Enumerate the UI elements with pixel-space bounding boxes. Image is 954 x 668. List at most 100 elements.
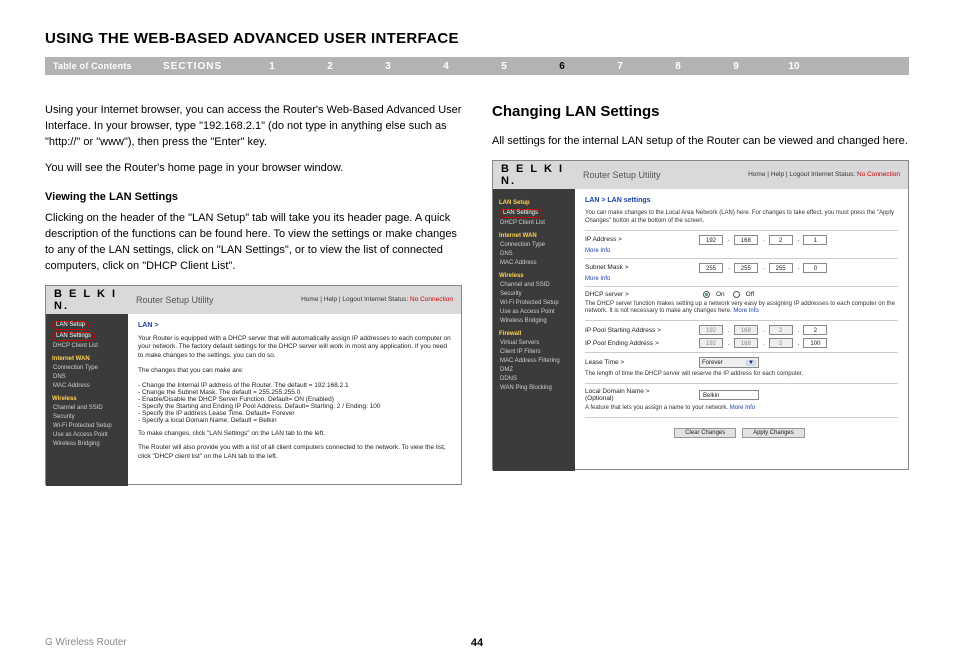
header-link-text[interactable]: Home | Help | Logout Internet Status: [301,296,408,303]
sidebar-firewall-header[interactable]: Firewall [499,330,575,339]
section-num-10[interactable]: 10 [765,61,823,72]
mask-octet-1[interactable]: 255 [699,263,723,273]
changes-intro: The changes that you can make are: [138,367,451,376]
sidebar-item[interactable]: Connection Type [52,364,128,373]
more-info-link[interactable]: More Info [585,248,898,254]
sidebar-lan-settings[interactable]: LAN Settings [499,209,542,218]
sidebar-wireless-header[interactable]: Wireless [52,395,128,404]
tail-1: To make changes, click "LAN Settings" on… [138,430,451,439]
dhcp-off-radio[interactable] [733,291,740,298]
section-num-7[interactable]: 7 [591,61,649,72]
intro-para-1: Using your Internet browser, you can acc… [45,103,462,151]
utility-title: Router Setup Utility [573,170,748,180]
section-num-3[interactable]: 3 [359,61,417,72]
breadcrumb: LAN > LAN settings [585,197,898,204]
sidebar-item[interactable]: Wi-Fi Protected Setup [499,299,575,308]
mask-octet-3[interactable]: 255 [769,263,793,273]
more-info-link[interactable]: More Info [585,276,898,282]
sidebar-item[interactable]: MAC Address [52,382,128,391]
dhcp-server-label: DHCP server > [585,291,695,298]
chevron-down-icon: ▼ [746,360,756,366]
section-num-8[interactable]: 8 [649,61,707,72]
header-links[interactable]: Home | Help | Logout Internet Status: No… [748,171,900,178]
sidebar-item[interactable]: Wireless Bridging [52,440,128,449]
sidebar-wan-header[interactable]: Internet WAN [499,232,575,241]
more-info-link[interactable]: More Info [730,405,755,411]
header-links[interactable]: Home | Help | Logout Internet Status: No… [301,296,453,303]
sidebar-dhcp-list[interactable]: DHCP Client List [52,342,128,351]
ip-octet-4[interactable]: 1 [803,235,827,245]
sidebar-item[interactable]: DDNS [499,375,575,384]
apply-changes-button[interactable]: Apply Changes [742,428,805,438]
list-item: Specify a local Domain Name. Default = B… [138,417,451,424]
list-item: Change the Subnet Mask. The default = 25… [138,389,451,396]
domain-name-label: Local Domain Name > (Optional) [585,388,695,402]
sidebar-item[interactable]: Security [499,290,575,299]
sidebar-item[interactable]: MAC Address Filtering [499,357,575,366]
utility-title: Router Setup Utility [126,295,301,305]
section-num-5[interactable]: 5 [475,61,533,72]
sidebar-item[interactable]: Client IP Filters [499,348,575,357]
list-item: Specify the IP address Lease Time. Defau… [138,410,451,417]
pool-end-2: 168 [734,338,758,348]
sidebar-item[interactable]: Wi-Fi Protected Setup [52,422,128,431]
dhcp-on-radio[interactable] [703,291,710,298]
dhcp-desc: The DHCP server function makes setting u… [585,301,898,317]
ip-octet-1[interactable]: 192 [699,235,723,245]
sidebar-item[interactable]: WAN Ping Blocking [499,384,575,393]
toc-label[interactable]: Table of Contents [53,61,163,71]
page-title: USING THE WEB-BASED ADVANCED USER INTERF… [45,30,909,47]
lan-settings-desc: You can make changes to the Local Area N… [585,210,898,226]
sidebar-item[interactable]: MAC Address [499,259,575,268]
changing-lan-intro: All settings for the internal LAN setup … [492,134,909,150]
sidebar-item[interactable]: Use as Access Point [52,431,128,440]
header-link-text[interactable]: Home | Help | Logout Internet Status: [748,171,855,178]
page-number: 44 [471,637,483,649]
sidebar-item[interactable]: DNS [499,250,575,259]
domain-desc: A feature that lets you assign a name to… [585,405,898,413]
ip-octet-2[interactable]: 168 [734,235,758,245]
pool-start-1: 192 [699,325,723,335]
sidebar-item[interactable]: Virtual Servers [499,339,575,348]
footer-product: G Wireless Router [45,637,127,648]
pool-end-3: 2 [769,338,793,348]
sidebar-item[interactable]: Use as Access Point [499,308,575,317]
dhcp-off-text: Off [746,291,755,298]
list-item: Specify the Starting and Ending IP Pool … [138,403,451,410]
sidebar-lan-setup[interactable]: LAN Setup [499,199,575,208]
intro-para-2: You will see the Router's home page in y… [45,161,462,177]
sidebar-item[interactable]: DMZ [499,366,575,375]
section-num-1[interactable]: 1 [243,61,301,72]
more-info-link[interactable]: More Info [733,308,758,314]
sidebar-wireless-header[interactable]: Wireless [499,272,575,281]
mask-octet-2[interactable]: 255 [734,263,758,273]
clear-changes-button[interactable]: Clear Changes [674,428,736,438]
sidebar-wan-header[interactable]: Internet WAN [52,355,128,364]
subnet-mask-label: Subnet Mask > [585,264,695,271]
tail-2: The Router will also provide you with a … [138,444,451,462]
mask-octet-4[interactable]: 0 [803,263,827,273]
section-num-6[interactable]: 6 [533,61,591,72]
lease-time-select[interactable]: Forever ▼ [699,357,759,368]
section-num-2[interactable]: 2 [301,61,359,72]
sidebar-dhcp-list[interactable]: DHCP Client List [499,219,575,228]
sidebar-item[interactable]: Security [52,413,128,422]
pool-start-4[interactable]: 2 [803,325,827,335]
section-nav: Table of Contents SECTIONS 1 2 3 4 5 6 7… [45,57,909,75]
sidebar-item[interactable]: DNS [52,373,128,382]
sidebar-item[interactable]: Connection Type [499,241,575,250]
domain-name-input[interactable]: Belkin [699,390,759,400]
pool-end-4[interactable]: 100 [803,338,827,348]
ip-octet-3[interactable]: 2 [769,235,793,245]
pool-start-2: 168 [734,325,758,335]
section-num-9[interactable]: 9 [707,61,765,72]
list-item: Enable/Disable the DHCP Server Function.… [138,396,451,403]
sidebar-item[interactable]: Channel and SSID [52,404,128,413]
pool-start-label: IP Pool Starting Address > [585,327,695,334]
pool-start-3: 2 [769,325,793,335]
sidebar-lan-setup[interactable]: LAN Setup [52,321,89,330]
sidebar-item[interactable]: Wireless Bridging [499,317,575,326]
sidebar-lan-settings[interactable]: LAN Settings [52,332,95,341]
section-num-4[interactable]: 4 [417,61,475,72]
sidebar-item[interactable]: Channel and SSID [499,281,575,290]
